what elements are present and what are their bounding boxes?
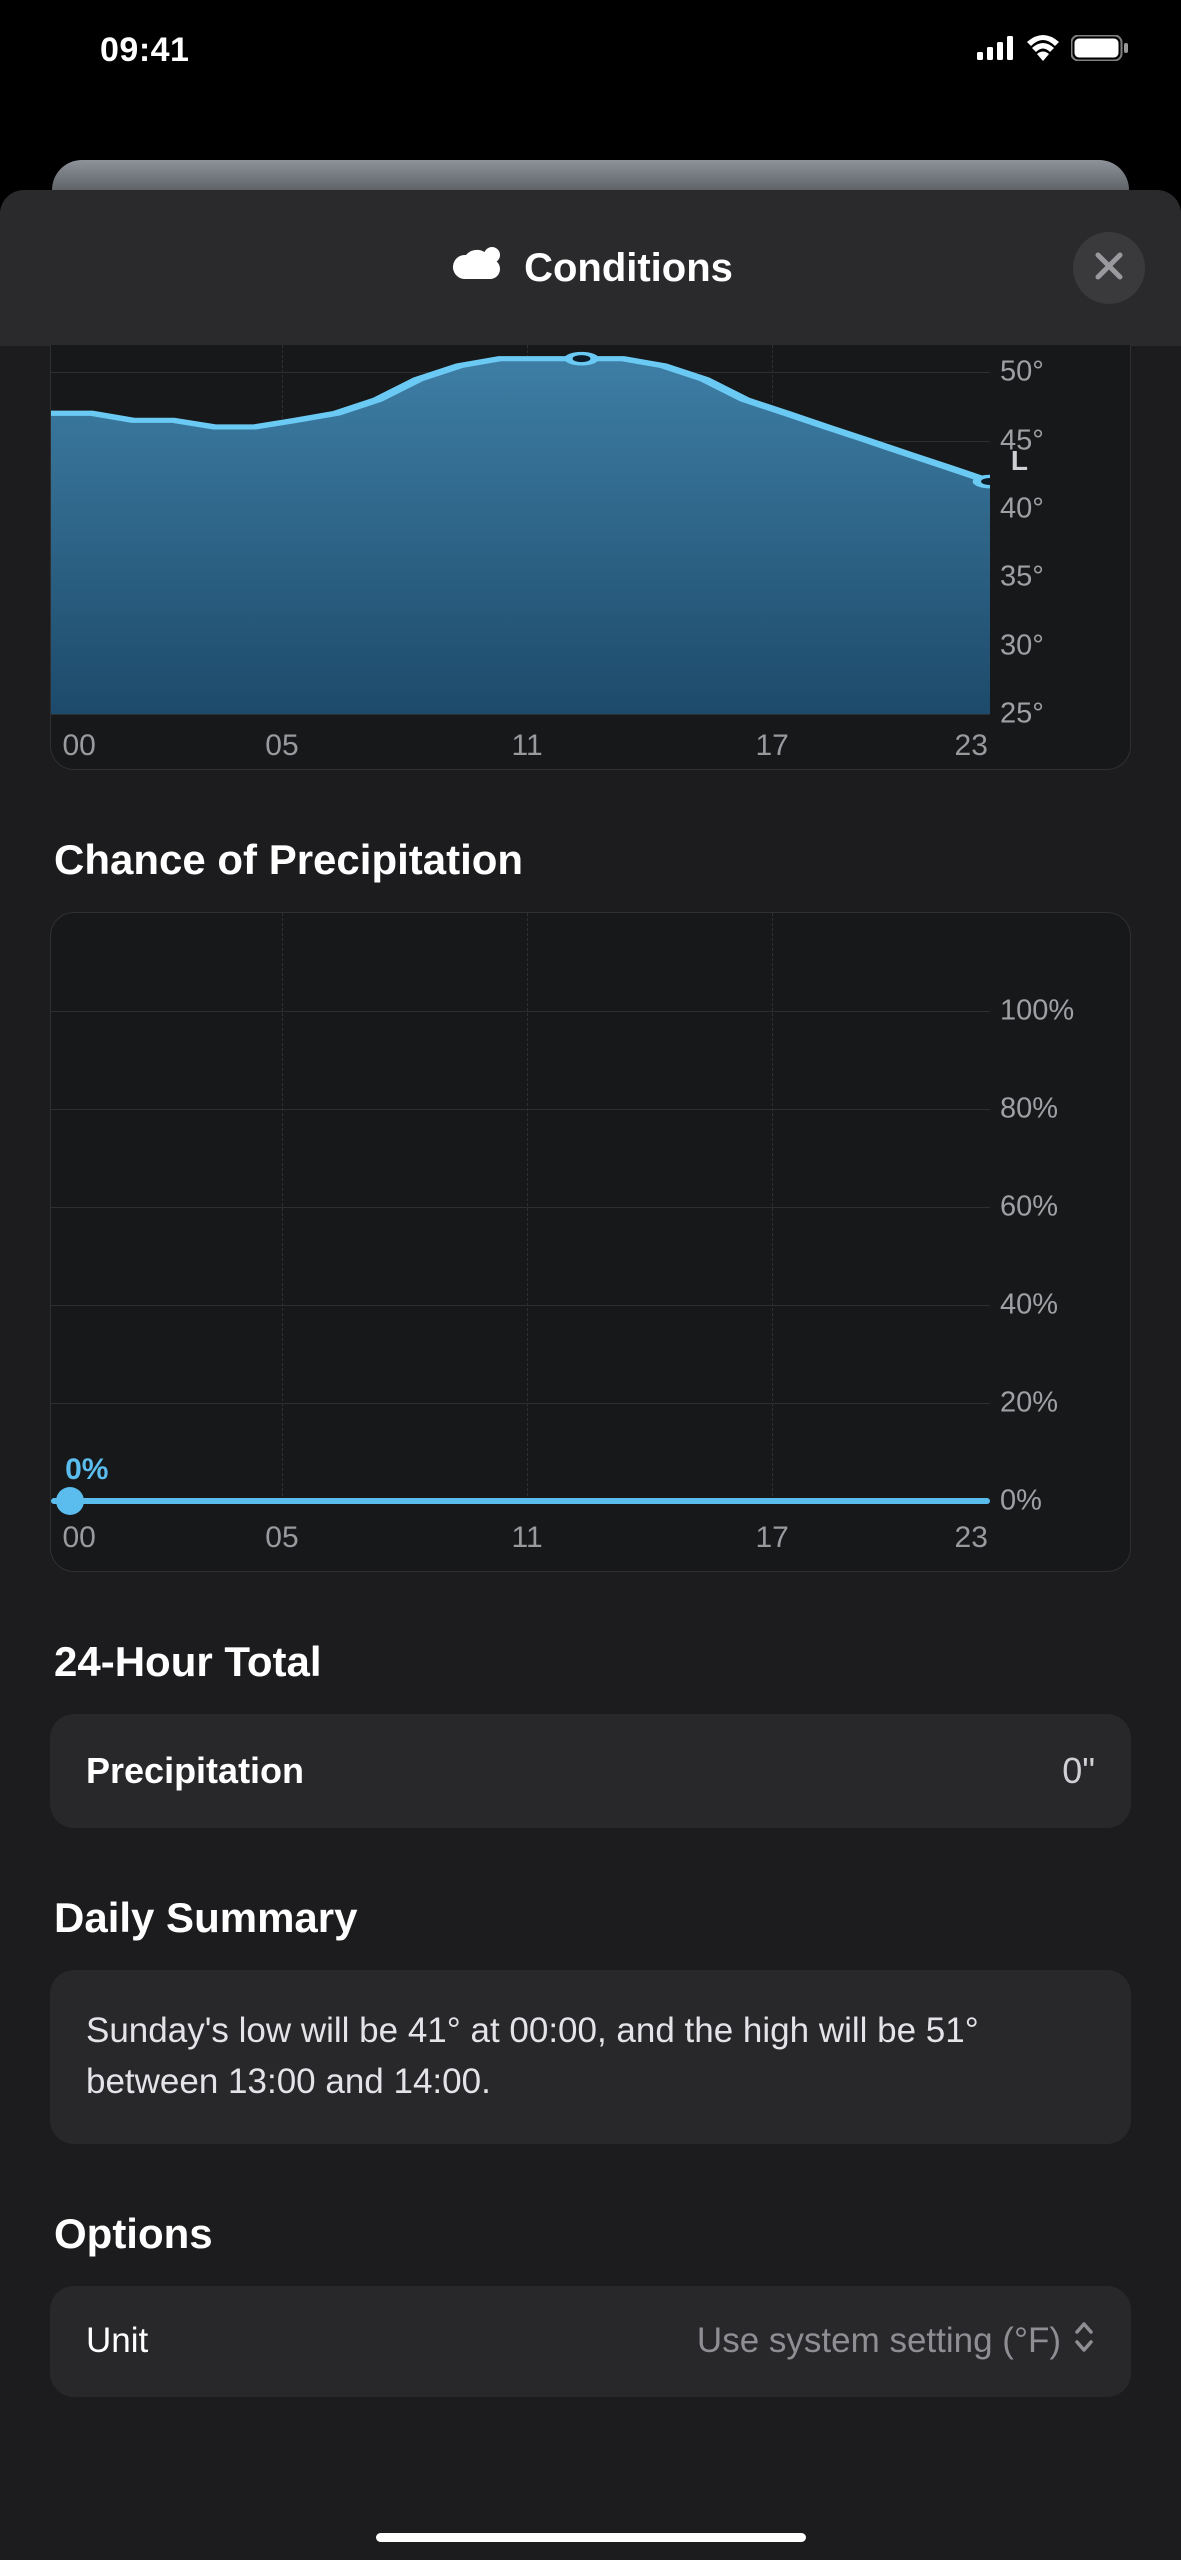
temperature-chart[interactable]: L 50° 45° 40° 35° 30° 25° 00 05 11 17 23 bbox=[50, 345, 1131, 770]
unit-option-row[interactable]: Unit Use system setting (°F) bbox=[50, 2286, 1131, 2397]
y-tick: 40% bbox=[1000, 1289, 1058, 1322]
x-tick: 00 bbox=[62, 729, 95, 763]
summary-title: Daily Summary bbox=[54, 1894, 1131, 1942]
options-title: Options bbox=[54, 2210, 1131, 2258]
y-tick: 100% bbox=[1000, 995, 1074, 1028]
precip-current-label: 0% bbox=[65, 1453, 108, 1487]
x-tick: 05 bbox=[265, 1521, 298, 1555]
temperature-y-axis: 50° 45° 40° 35° 30° 25° bbox=[990, 345, 1130, 714]
x-tick: 00 bbox=[62, 1521, 95, 1555]
y-tick: 45° bbox=[1000, 424, 1044, 457]
unit-label: Unit bbox=[86, 2321, 148, 2361]
y-tick: 35° bbox=[1000, 561, 1044, 594]
total-title: 24-Hour Total bbox=[54, 1638, 1131, 1686]
status-bar: 09:41 bbox=[0, 0, 1181, 100]
battery-icon bbox=[1071, 35, 1129, 66]
precip-plot-area: 0% bbox=[51, 913, 990, 1501]
modal-content: L 50° 45° 40° 35° 30° 25° 00 05 11 17 23… bbox=[0, 345, 1181, 2397]
x-tick: 17 bbox=[755, 1521, 788, 1555]
precipitation-total-card: Precipitation 0" bbox=[50, 1714, 1131, 1828]
modal-title: Conditions bbox=[524, 246, 733, 291]
y-tick: 60% bbox=[1000, 1191, 1058, 1224]
x-tick: 11 bbox=[511, 1521, 542, 1555]
temperature-curve bbox=[51, 345, 990, 714]
daily-summary-text: Sunday's low will be 41° at 00:00, and t… bbox=[86, 2006, 1095, 2108]
x-tick: 11 bbox=[511, 729, 542, 763]
close-icon bbox=[1094, 251, 1124, 286]
y-tick: 50° bbox=[1000, 356, 1044, 389]
unit-value: Use system setting (°F) bbox=[697, 2320, 1095, 2363]
x-tick: 17 bbox=[755, 729, 788, 763]
wifi-icon bbox=[1025, 35, 1061, 66]
precipitation-total-label: Precipitation bbox=[86, 1750, 304, 1792]
x-tick: 05 bbox=[265, 729, 298, 763]
y-tick: 0% bbox=[1000, 1485, 1042, 1518]
status-time: 09:41 bbox=[100, 31, 189, 70]
y-tick: 20% bbox=[1000, 1386, 1058, 1419]
precip-x-axis: 00 05 11 17 23 bbox=[51, 1501, 990, 1571]
close-button[interactable] bbox=[1073, 232, 1145, 304]
temperature-plot-area: L bbox=[51, 345, 990, 714]
cloud-icon bbox=[448, 245, 506, 292]
x-tick: 23 bbox=[955, 729, 988, 763]
cellular-icon bbox=[977, 36, 1015, 65]
y-tick: 80% bbox=[1000, 1092, 1058, 1125]
background-sheet bbox=[52, 160, 1129, 190]
home-indicator[interactable] bbox=[376, 2533, 806, 2542]
y-tick: 25° bbox=[1000, 698, 1044, 731]
precipitation-total-value: 0" bbox=[1062, 1750, 1095, 1792]
modal-header: Conditions bbox=[0, 190, 1181, 346]
temperature-x-axis: 00 05 11 17 23 bbox=[51, 714, 990, 769]
y-tick: 30° bbox=[1000, 629, 1044, 662]
status-icons bbox=[977, 35, 1129, 66]
precip-chart[interactable]: 0% 100% 80% 60% 40% 20% 0% 00 05 11 17 2… bbox=[50, 912, 1131, 1572]
daily-summary-card: Sunday's low will be 41° at 00:00, and t… bbox=[50, 1970, 1131, 2144]
precip-title: Chance of Precipitation bbox=[54, 836, 1131, 884]
x-tick: 23 bbox=[955, 1521, 988, 1555]
precip-y-axis: 100% 80% 60% 40% 20% 0% bbox=[990, 913, 1130, 1501]
chevron-up-down-icon bbox=[1073, 2320, 1095, 2363]
y-tick: 40° bbox=[1000, 492, 1044, 525]
conditions-modal: Conditions bbox=[0, 190, 1181, 2560]
